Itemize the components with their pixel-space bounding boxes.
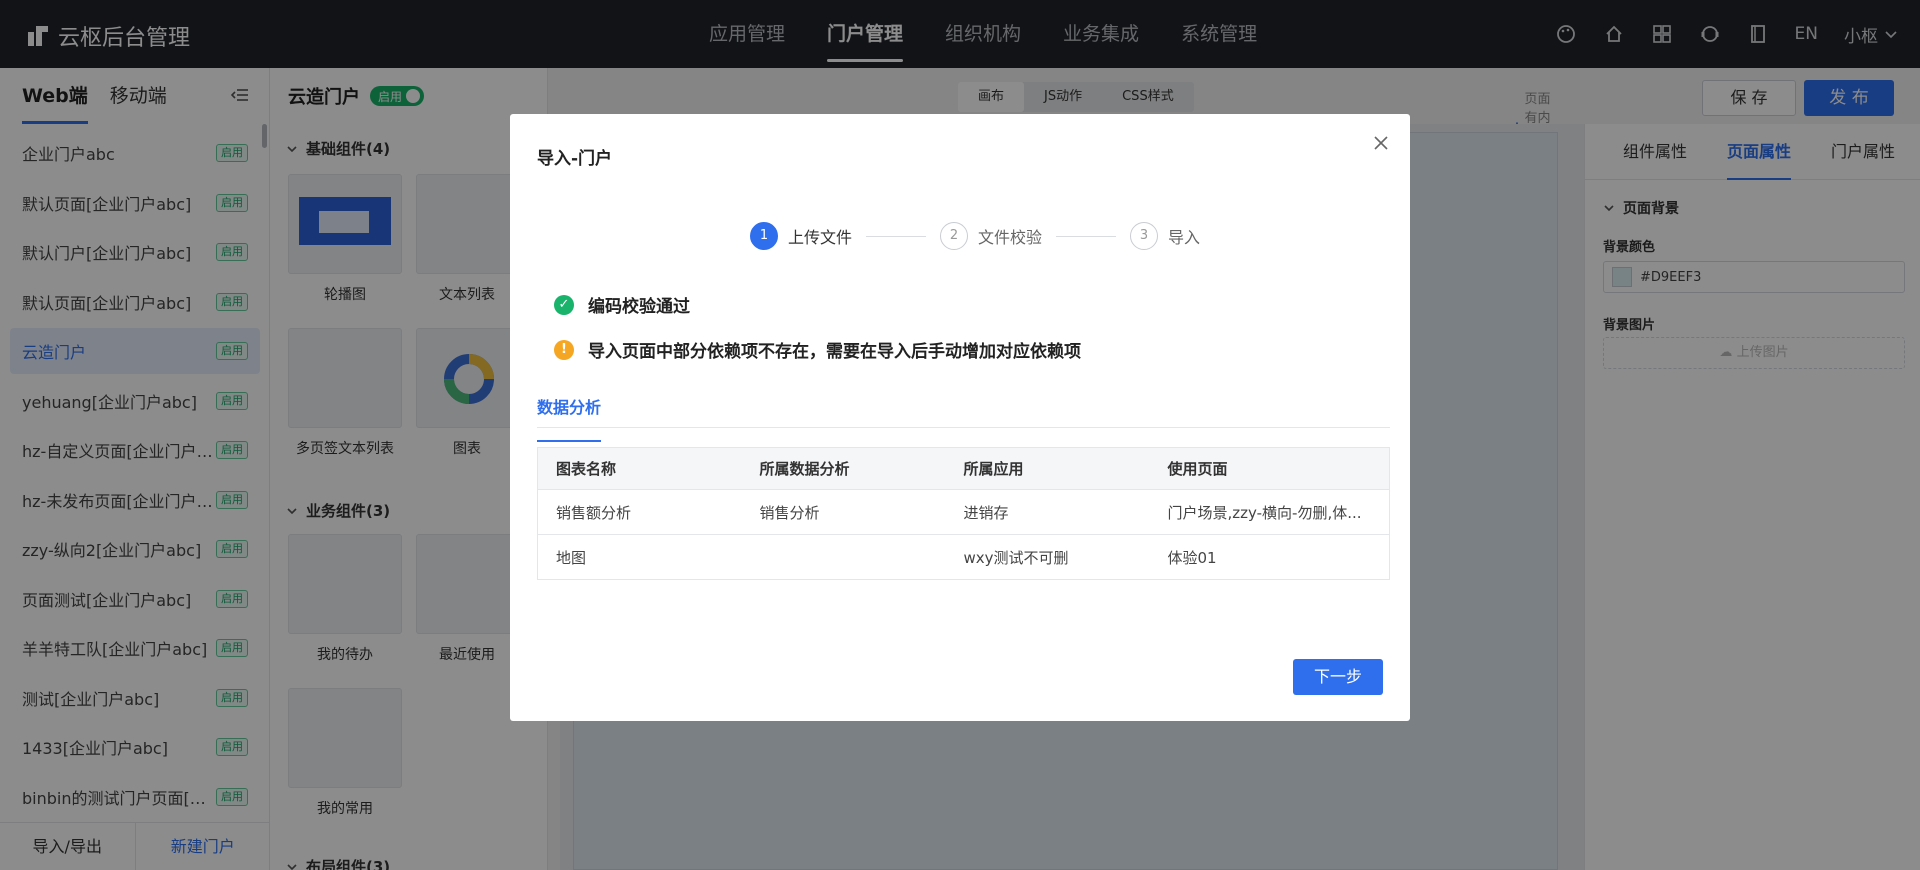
dialog-title: 导入-门户: [537, 149, 613, 169]
check-success-row: ✓ 编码校验通过: [554, 292, 690, 317]
tab-data-analysis[interactable]: 数据分析: [537, 394, 602, 442]
tab-divider: [537, 427, 1390, 428]
table-cell: 门户场景,zzy-横向-勿删,体...: [1149, 489, 1390, 535]
step-validate: 2 文件校验: [940, 222, 1042, 250]
warning-circle-icon: !: [554, 339, 574, 360]
table-header-row: 图表名称 所属数据分析 所属应用 使用页面: [537, 447, 1390, 490]
close-icon[interactable]: [1370, 132, 1392, 154]
step-label: 上传文件: [788, 228, 853, 247]
table-cell: 销售额分析: [537, 489, 742, 535]
table-cell: 进销存: [945, 489, 1150, 535]
column-header: 图表名称: [537, 447, 742, 490]
dependency-table: 图表名称 所属数据分析 所属应用 使用页面 销售额分析 销售分析 进销存 门户场…: [537, 447, 1390, 580]
column-header: 所属数据分析: [741, 447, 946, 490]
check-circle-icon: ✓: [554, 294, 574, 315]
column-header: 使用页面: [1149, 447, 1390, 490]
table-row: 销售额分析 销售分析 进销存 门户场景,zzy-横向-勿删,体...: [537, 489, 1390, 535]
table-cell: [741, 534, 946, 580]
step-divider: [1056, 235, 1117, 237]
step-number: 3: [1130, 222, 1159, 250]
table-row: 地图 wxy测试不可删 体验01: [537, 534, 1390, 580]
step-upload: 1 上传文件: [750, 222, 852, 250]
import-steps: 1 上传文件 2 文件校验 3 导入: [750, 222, 1200, 250]
step-number: 1: [750, 222, 778, 250]
step-divider: [866, 235, 927, 237]
step-number: 2: [940, 222, 969, 250]
table-cell: 体验01: [1149, 534, 1390, 580]
import-portal-dialog: 导入-门户 1 上传文件 2 文件校验 3 导入 ✓ 编码校验通过 ! 导入页面…: [510, 114, 1410, 721]
table-cell: 地图: [537, 534, 742, 580]
check-ok-text: 编码校验通过: [588, 297, 690, 317]
step-import: 3 导入: [1130, 222, 1200, 250]
column-header: 所属应用: [945, 447, 1150, 490]
next-step-button[interactable]: 下一步: [1293, 659, 1383, 695]
step-label: 文件校验: [978, 228, 1043, 247]
table-cell: 销售分析: [741, 489, 946, 535]
table-cell: wxy测试不可删: [945, 534, 1150, 580]
check-warn-text: 导入页面中部分依赖项不存在，需要在导入后手动增加对应依赖项: [588, 342, 1081, 362]
check-warning-row: ! 导入页面中部分依赖项不存在，需要在导入后手动增加对应依赖项: [554, 337, 1081, 362]
step-label: 导入: [1168, 228, 1201, 247]
